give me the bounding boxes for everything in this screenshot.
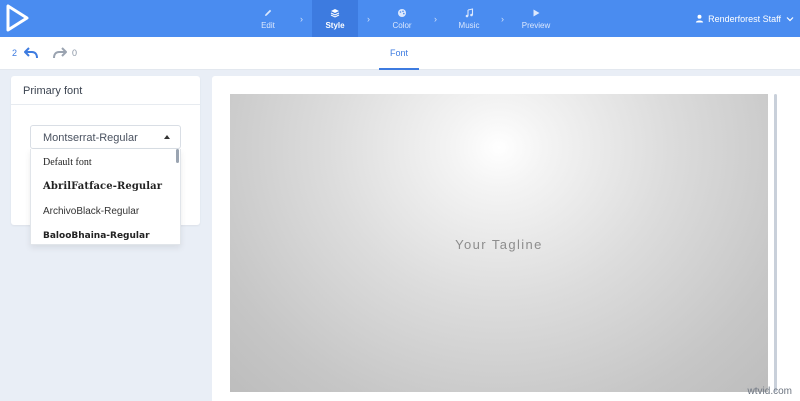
step-label: Music: [458, 20, 480, 30]
caret-up-icon: [164, 135, 170, 139]
undo-icon[interactable]: [24, 47, 38, 59]
pencil-icon: [265, 9, 272, 16]
chevron-right-icon: ›: [300, 13, 303, 24]
font-option[interactable]: Default font: [43, 157, 92, 168]
palette-icon: [398, 8, 406, 17]
video-preview[interactable]: Your Tagline: [230, 94, 768, 392]
font-option[interactable]: AbrilFatface-Regular: [43, 181, 162, 192]
chevron-right-icon: ›: [367, 13, 370, 24]
user-name: Renderforest Staff: [708, 13, 781, 24]
play-icon: [533, 9, 540, 16]
step-label: Preview: [521, 20, 551, 30]
preview-scrollbar[interactable]: [774, 94, 777, 392]
font-dropdown-list[interactable]: Default font AbrilFatface-Regular Archiv…: [30, 149, 181, 245]
preview-panel: Your Tagline: [212, 76, 800, 401]
step-color[interactable]: Color: [379, 0, 425, 37]
step-label: Color: [392, 20, 412, 30]
tab-font[interactable]: Font: [379, 37, 419, 70]
user-icon: [696, 14, 704, 23]
font-select-value: Montserrat-Regular: [43, 132, 138, 144]
step-music[interactable]: Music: [446, 0, 492, 37]
step-preview[interactable]: Preview: [513, 0, 559, 37]
step-edit[interactable]: Edit: [245, 0, 291, 37]
divider: [11, 104, 200, 105]
chevron-right-icon: ›: [434, 13, 437, 24]
music-note-icon: [465, 7, 474, 17]
redo-icon[interactable]: [53, 47, 67, 59]
font-option[interactable]: BalooBhaina-Regular: [43, 231, 150, 241]
step-style[interactable]: Style: [312, 0, 358, 37]
sub-toolbar: 2 0 Font: [0, 37, 800, 70]
redo-count: 0: [72, 48, 78, 58]
panel-title: Primary font: [23, 85, 83, 97]
step-label: Edit: [261, 20, 275, 30]
font-select[interactable]: Montserrat-Regular: [30, 125, 181, 149]
step-label: Style: [325, 20, 345, 30]
preview-tagline: Your Tagline: [455, 237, 543, 252]
font-option[interactable]: ArchivoBlack-Regular: [43, 206, 139, 217]
watermark: wtvid.com: [747, 386, 792, 397]
layers-icon: [330, 8, 340, 18]
top-bar: Edit › Style › Color › Music › Preview R…: [0, 0, 800, 37]
chevron-down-icon: [786, 16, 794, 21]
wizard-steps: Edit › Style › Color › Music › Preview: [245, 0, 559, 37]
user-menu[interactable]: Renderforest Staff: [695, 0, 794, 37]
undo-count: 2: [12, 48, 18, 58]
renderforest-logo-icon[interactable]: [4, 4, 30, 32]
dropdown-scrollbar[interactable]: [176, 149, 179, 163]
chevron-right-icon: ›: [501, 13, 504, 24]
